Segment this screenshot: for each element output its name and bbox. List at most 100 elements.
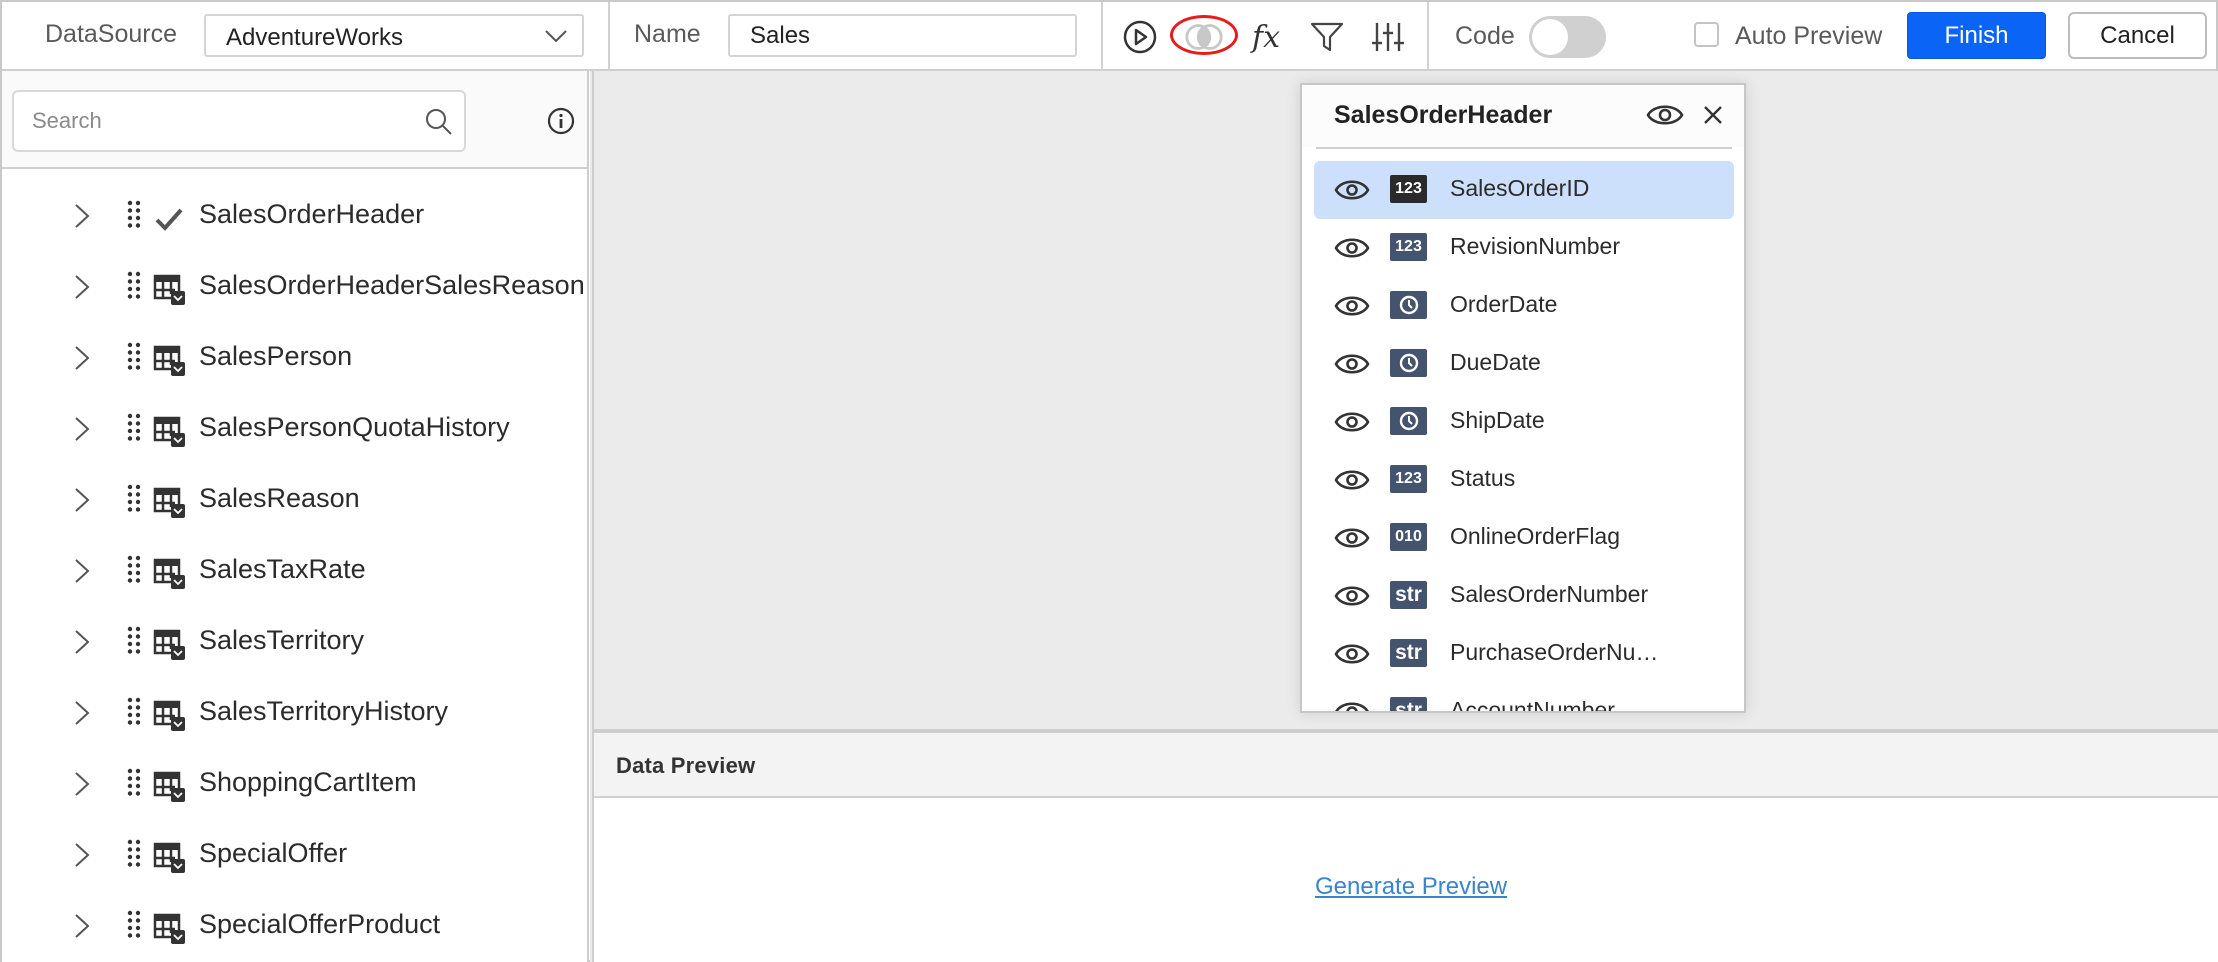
- filter-button[interactable]: [1306, 16, 1348, 58]
- eye-icon[interactable]: [1334, 465, 1370, 495]
- auto-preview-checkbox[interactable]: [1694, 22, 1719, 47]
- datasource-dropdown[interactable]: AdventureWorks: [204, 14, 584, 57]
- table-icon: [153, 274, 185, 305]
- eye-icon[interactable]: [1334, 523, 1370, 553]
- drag-handle-icon[interactable]: [127, 839, 141, 867]
- field-item[interactable]: 123 Status: [1314, 451, 1734, 509]
- parameters-button[interactable]: [1367, 16, 1409, 58]
- chevron-right-icon[interactable]: [72, 272, 92, 302]
- chevron-right-icon[interactable]: [72, 911, 92, 941]
- table-icon: [153, 700, 185, 731]
- string-type-icon: str: [1390, 639, 1427, 667]
- table-item[interactable]: SalesPersonQuotaHistory: [2, 394, 587, 465]
- search-icon[interactable]: [424, 107, 454, 137]
- table-icon: [153, 558, 185, 589]
- table-item[interactable]: SalesPerson: [2, 323, 587, 394]
- toggle-knob: [1532, 19, 1568, 55]
- name-input[interactable]: [728, 14, 1077, 57]
- cancel-button[interactable]: Cancel: [2068, 12, 2207, 59]
- info-icon[interactable]: [547, 107, 575, 135]
- field-item[interactable]: 123 SalesOrderID: [1314, 161, 1734, 219]
- finish-button[interactable]: Finish: [1907, 12, 2046, 59]
- field-item[interactable]: str PurchaseOrderNu…: [1314, 625, 1734, 683]
- chevron-right-icon[interactable]: [72, 627, 92, 657]
- drag-handle-icon[interactable]: [127, 484, 141, 512]
- chevron-down-icon: [545, 30, 567, 43]
- chevron-right-icon[interactable]: [72, 485, 92, 515]
- table-name: SalesOrderHeader: [199, 199, 425, 229]
- field-name: OrderDate: [1450, 291, 1558, 317]
- date-type-icon: [1390, 407, 1427, 435]
- generate-preview-link[interactable]: Generate Preview: [1315, 873, 1507, 901]
- eye-icon[interactable]: [1334, 581, 1370, 611]
- datasource-value: AdventureWorks: [226, 24, 403, 51]
- chevron-right-icon[interactable]: [72, 840, 92, 870]
- code-label: Code: [1455, 22, 1515, 50]
- popup-title: SalesOrderHeader: [1334, 101, 1553, 129]
- drag-handle-icon[interactable]: [127, 626, 141, 654]
- search-area: [2, 71, 587, 169]
- chevron-right-icon[interactable]: [72, 556, 92, 586]
- drag-handle-icon[interactable]: [127, 555, 141, 583]
- expression-button[interactable]: fx: [1245, 16, 1287, 58]
- number-type-icon: 123: [1390, 175, 1427, 203]
- chevron-right-icon[interactable]: [72, 698, 92, 728]
- table-item[interactable]: ShoppingCartItem: [2, 749, 587, 820]
- code-toggle[interactable]: [1529, 16, 1606, 58]
- play-icon: [1123, 20, 1157, 54]
- drag-handle-icon[interactable]: [127, 200, 141, 228]
- toolbar-divider: [1101, 2, 1103, 71]
- eye-icon[interactable]: [1334, 697, 1370, 713]
- table-icon: [153, 345, 185, 376]
- field-item[interactable]: ShipDate: [1314, 393, 1734, 451]
- drag-handle-icon[interactable]: [127, 768, 141, 796]
- data-preview-header: Data Preview: [594, 729, 2218, 798]
- expression-icon: fx: [1251, 19, 1281, 55]
- drag-handle-icon[interactable]: [127, 910, 141, 938]
- chevron-right-icon[interactable]: [72, 343, 92, 373]
- eye-icon[interactable]: [1334, 407, 1370, 437]
- drag-handle-icon[interactable]: [127, 342, 141, 370]
- chevron-right-icon[interactable]: [72, 769, 92, 799]
- eye-icon[interactable]: [1334, 291, 1370, 321]
- eye-icon[interactable]: [1334, 233, 1370, 263]
- table-item[interactable]: SalesTerritory: [2, 607, 587, 678]
- name-label: Name: [634, 20, 701, 48]
- chevron-right-icon[interactable]: [72, 201, 92, 231]
- table-item[interactable]: SalesReason: [2, 465, 587, 536]
- field-item[interactable]: 123 RevisionNumber: [1314, 219, 1734, 277]
- drag-handle-icon[interactable]: [127, 271, 141, 299]
- field-name: SalesOrderID: [1450, 175, 1590, 201]
- table-name: SalesOrderHeaderSalesReason: [199, 270, 585, 300]
- table-item[interactable]: SalesOrderHeaderSalesReason: [2, 252, 587, 323]
- eye-icon[interactable]: [1334, 349, 1370, 379]
- run-query-button[interactable]: [1119, 16, 1161, 58]
- drag-handle-icon[interactable]: [127, 697, 141, 725]
- table-item[interactable]: SalesOrderHeader: [2, 181, 587, 252]
- field-item[interactable]: 010 OnlineOrderFlag: [1314, 509, 1734, 567]
- field-item[interactable]: OrderDate: [1314, 277, 1734, 335]
- field-item[interactable]: str SalesOrderNumber: [1314, 567, 1734, 625]
- field-list: 123 SalesOrderID 123 RevisionNumber Orde…: [1314, 161, 1734, 713]
- search-box[interactable]: [12, 90, 466, 152]
- popup-header: SalesOrderHeader: [1302, 85, 1744, 147]
- eye-icon[interactable]: [1334, 639, 1370, 669]
- close-icon[interactable]: [1702, 104, 1724, 126]
- drag-handle-icon[interactable]: [127, 413, 141, 441]
- eye-icon[interactable]: [1334, 175, 1370, 205]
- table-icon: [153, 771, 185, 802]
- table-icon: [153, 487, 185, 518]
- table-item[interactable]: SalesTaxRate: [2, 536, 587, 607]
- search-input[interactable]: [32, 106, 392, 136]
- field-item[interactable]: str AccountNumber: [1314, 683, 1734, 713]
- table-item[interactable]: SpecialOfferProduct: [2, 891, 587, 962]
- table-item[interactable]: SalesTerritoryHistory: [2, 678, 587, 749]
- table-name: SalesPerson: [199, 341, 353, 371]
- field-item[interactable]: DueDate: [1314, 335, 1734, 393]
- date-type-icon: [1390, 349, 1427, 377]
- chevron-right-icon[interactable]: [72, 414, 92, 444]
- eye-icon[interactable]: [1646, 99, 1684, 131]
- table-item[interactable]: SpecialOffer: [2, 820, 587, 891]
- table-popup: SalesOrderHeader 123 SalesOrderID 123 Re…: [1300, 83, 1746, 713]
- table-tree: SalesOrderHeader SalesOrderHeaderSalesRe…: [2, 181, 587, 962]
